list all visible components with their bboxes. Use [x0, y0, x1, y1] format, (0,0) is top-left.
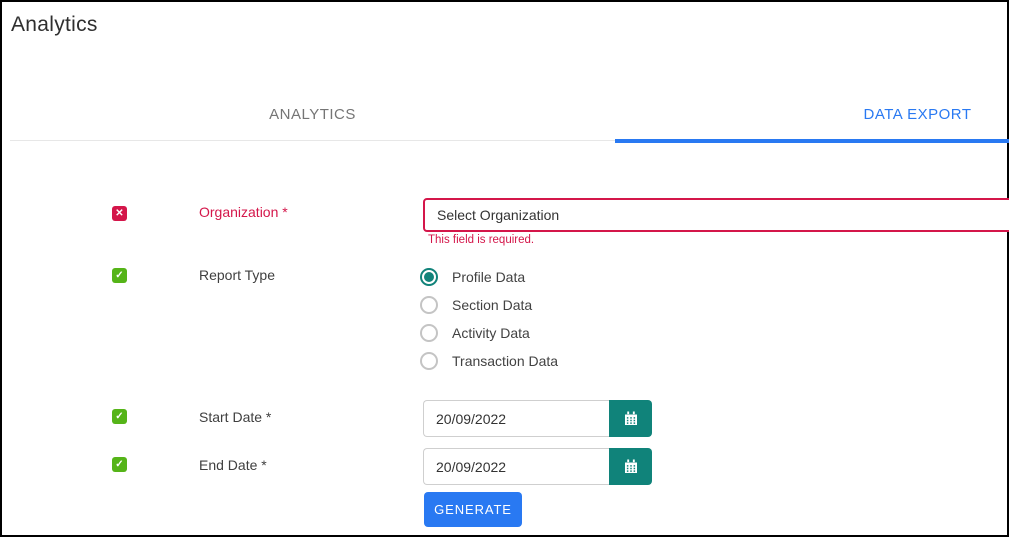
radio-section-data-label: Section Data: [452, 297, 533, 313]
report-type-label: Report Type: [199, 267, 276, 283]
tab-bar: ANALYTICS DATA EXPORT: [10, 89, 1009, 143]
radio-activity-data[interactable]: Activity Data: [420, 324, 558, 342]
tab-data-export-label: DATA EXPORT: [863, 106, 972, 123]
radio-unselected-icon: [420, 352, 438, 370]
report-type-radio-group: Profile Data Section Data Activity Data …: [420, 268, 558, 380]
radio-section-data[interactable]: Section Data: [420, 296, 558, 314]
start-date-calendar-button[interactable]: [609, 400, 652, 437]
tab-analytics-label: ANALYTICS: [269, 106, 356, 123]
organization-error-message: This field is required.: [428, 234, 535, 246]
radio-dot: [424, 272, 434, 282]
calendar-icon: [624, 411, 637, 425]
start-date-status-valid-icon: ✓: [112, 409, 127, 424]
start-date-field: [423, 400, 652, 437]
end-date-calendar-button[interactable]: [609, 448, 652, 485]
end-date-input[interactable]: [423, 448, 609, 485]
page-title: Analytics: [11, 13, 98, 36]
tab-data-export[interactable]: DATA EXPORT: [615, 89, 1009, 143]
end-date-label: End Date *: [199, 457, 267, 473]
check-mark-icon: ✓: [115, 269, 124, 281]
start-date-label: Start Date *: [199, 409, 272, 425]
start-date-input[interactable]: [423, 400, 609, 437]
radio-unselected-icon: [420, 324, 438, 342]
organization-select-value: Select Organization: [437, 207, 560, 223]
end-date-status-valid-icon: ✓: [112, 457, 127, 472]
end-date-field: [423, 448, 652, 485]
organization-status-error-icon: ✕: [112, 206, 127, 221]
check-mark-icon: ✓: [115, 410, 124, 422]
radio-transaction-data-label: Transaction Data: [452, 353, 559, 369]
check-mark-icon: ✓: [115, 458, 124, 470]
data-export-page: { "page": { "title": "Analytics" }, "tab…: [0, 0, 1009, 537]
generate-button[interactable]: GENERATE: [424, 492, 522, 527]
radio-activity-data-label: Activity Data: [452, 325, 530, 341]
radio-profile-data-label: Profile Data: [452, 269, 526, 285]
x-mark-icon: ✕: [115, 207, 124, 219]
organization-label: Organization *: [199, 204, 288, 220]
radio-selected-icon: [420, 268, 438, 286]
radio-profile-data[interactable]: Profile Data: [420, 268, 558, 286]
report-type-status-valid-icon: ✓: [112, 268, 127, 283]
calendar-icon: [624, 459, 637, 473]
tab-analytics[interactable]: ANALYTICS: [10, 89, 615, 140]
radio-transaction-data[interactable]: Transaction Data: [420, 352, 558, 370]
radio-unselected-icon: [420, 296, 438, 314]
active-tab-indicator: [615, 138, 1009, 143]
organization-select[interactable]: Select Organization: [423, 198, 1009, 232]
